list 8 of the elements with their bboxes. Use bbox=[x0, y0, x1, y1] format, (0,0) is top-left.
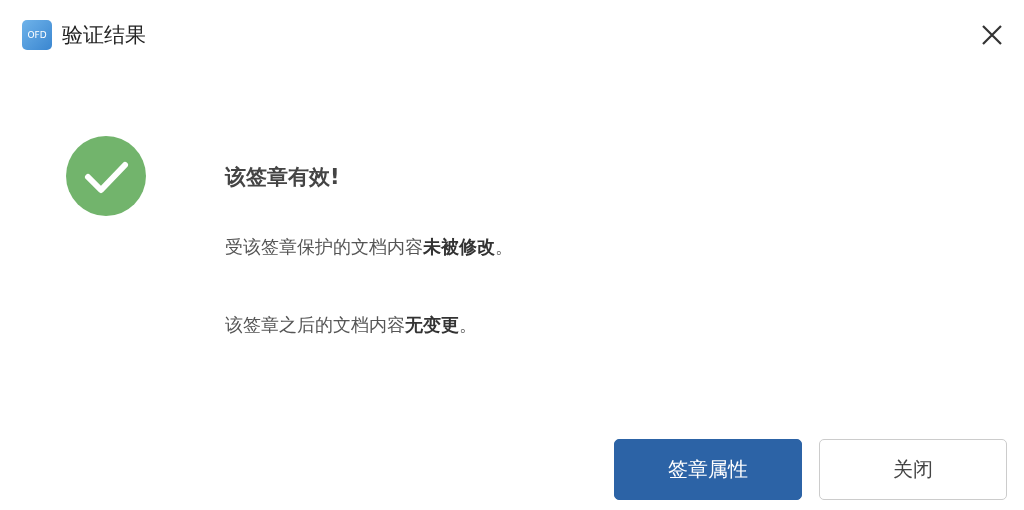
result-message: 该签章之后的文档内容无变更。 bbox=[225, 313, 478, 337]
result-message: 受该签章保护的文档内容未被修改。 bbox=[225, 235, 513, 259]
check-circle-icon bbox=[66, 136, 146, 216]
window-title: 验证结果 bbox=[62, 22, 147, 49]
close-button[interactable]: 关闭 bbox=[819, 439, 1007, 500]
properties-button[interactable]: 签章属性 bbox=[614, 439, 802, 500]
result-heading: 该签章有效! bbox=[225, 164, 341, 191]
app-logo: OFD bbox=[22, 20, 52, 50]
